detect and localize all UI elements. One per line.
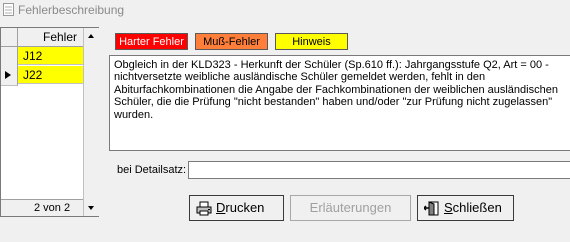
record-counter: 2 von 2	[1, 199, 83, 216]
error-grid[interactable]: Fehler J12 J22 2 von 2	[0, 27, 99, 217]
window-title: Fehlerbeschreibung	[18, 3, 125, 17]
explanations-label: Erläuterungen	[309, 200, 392, 215]
grid-header: Fehler	[1, 28, 83, 47]
row-selector[interactable]	[1, 47, 18, 67]
title-bar: Fehlerbeschreibung	[0, 0, 570, 20]
explanations-button[interactable]: Erläuterungen	[290, 195, 411, 221]
door-exit-icon	[424, 201, 439, 216]
legend-hint: Hinweis	[275, 33, 348, 50]
close-label: Schließen	[444, 200, 502, 215]
document-icon	[3, 3, 14, 16]
print-label: Drucken	[216, 200, 265, 215]
column-header-fehler[interactable]: Fehler	[43, 30, 77, 44]
current-row-arrow-icon	[5, 71, 11, 79]
error-description[interactable]: Obgleich in der KLD323 - Herkunft der Sc…	[109, 55, 570, 151]
record-count-text: 2 von 2	[34, 202, 71, 214]
detail-field[interactable]	[188, 161, 570, 179]
close-button[interactable]: Schließen	[417, 195, 514, 221]
detail-label: bei Detailsatz:	[117, 164, 187, 176]
arrow-down-icon	[88, 206, 94, 210]
grid-cell[interactable]: J22	[18, 66, 83, 84]
print-button[interactable]: Drucken	[189, 195, 284, 221]
grid-cell[interactable]: J12	[18, 47, 83, 65]
scroll-up-button[interactable]	[84, 28, 99, 44]
legend-must-error: Muß-Fehler	[195, 33, 268, 50]
row-selector[interactable]	[1, 66, 18, 86]
scroll-down-button[interactable]	[84, 200, 99, 216]
grid-row[interactable]: J22	[1, 66, 83, 86]
grid-row[interactable]: J12	[1, 47, 83, 67]
printer-icon	[196, 201, 212, 216]
header-selector	[1, 28, 18, 46]
legend-hard-error: Harter Fehler	[115, 33, 188, 50]
vertical-scrollbar[interactable]	[83, 28, 99, 216]
arrow-up-icon	[88, 34, 94, 38]
